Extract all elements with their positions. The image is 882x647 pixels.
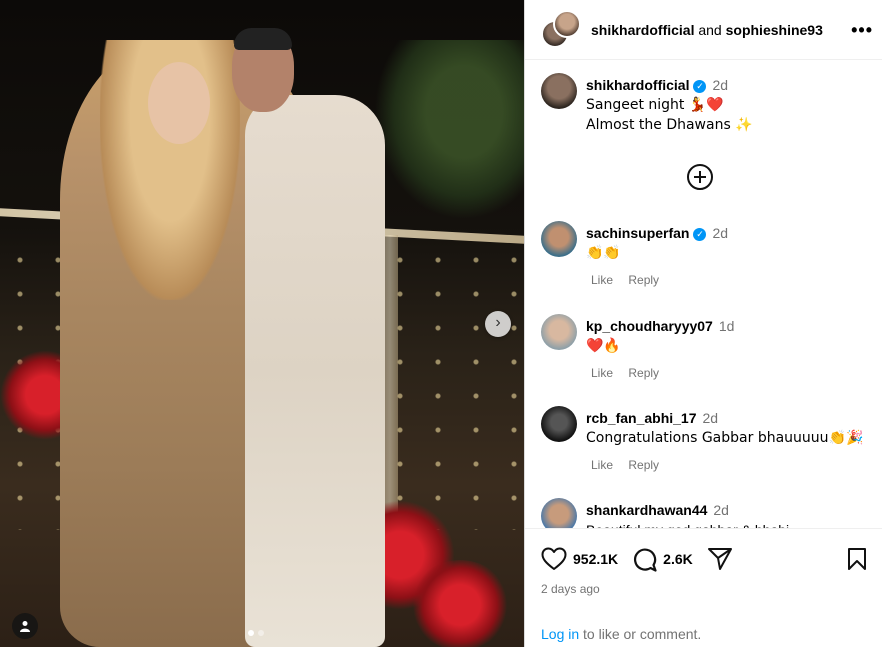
comment-item: rcb_fan_abhi_17 2d Congratulations Gabbar…	[541, 406, 871, 486]
post-photo[interactable]: ›	[0, 0, 524, 647]
caption-username[interactable]: shikhardofficial	[586, 77, 689, 93]
post-side-panel: shikhardofficial and sophieshine93 ••• s…	[524, 0, 882, 647]
carousel-dots	[248, 630, 264, 636]
save-button[interactable]	[847, 547, 867, 576]
avatar[interactable]	[541, 314, 577, 350]
like-button[interactable]	[541, 547, 567, 571]
comment-body: rcb_fan_abhi_17 2d Congratulations Gabbar…	[586, 408, 866, 448]
like-link[interactable]: Like	[591, 366, 613, 380]
comment-actions: Like Reply	[591, 458, 671, 472]
caption-line-1: Sangeet night 💃❤️	[586, 97, 724, 113]
user-tag-icon	[20, 621, 30, 632]
next-slide-button[interactable]: ›	[485, 311, 511, 337]
action-bar: 952.1K 2.6K	[541, 545, 867, 573]
reply-link[interactable]: Reply	[628, 273, 659, 287]
more-options-button[interactable]: •••	[851, 20, 873, 41]
login-link[interactable]: Log in	[541, 626, 579, 642]
palm-plant	[374, 40, 524, 220]
caption-time[interactable]: 2d	[712, 77, 728, 93]
comments-count[interactable]: 2.6K	[663, 551, 693, 567]
comment-text: 👏👏	[586, 245, 621, 261]
carousel-dot	[258, 630, 264, 636]
caption-body: shikhardofficial ✓ 2d Sangeet night 💃❤️ Al…	[586, 75, 866, 135]
comment-text: Beautiful my god gabbar & bhabi	[586, 520, 866, 528]
comment-item: kp_choudharyyy07 1d ❤️🔥 Like Reply	[541, 314, 871, 394]
caption-line-2: Almost the Dhawans ✨	[586, 117, 753, 133]
avatar	[553, 9, 581, 38]
woman-face	[148, 62, 210, 144]
comment-time[interactable]: 2d	[703, 410, 719, 426]
comment-time[interactable]: 1d	[719, 318, 735, 334]
comment-button[interactable]	[632, 547, 657, 572]
man-hair	[234, 28, 292, 50]
comment-body: kp_choudharyyy07 1d ❤️🔥	[586, 316, 866, 356]
and-text: and	[698, 21, 722, 38]
verified-icon: ✓	[693, 80, 707, 93]
tagged-users-button[interactable]	[12, 613, 38, 639]
comment-username[interactable]: shankardhawan44	[586, 502, 707, 518]
post-time[interactable]: 2 days ago	[541, 582, 600, 596]
likes-count[interactable]: 952.1K	[573, 551, 618, 567]
man-figure	[245, 95, 385, 647]
avatar[interactable]	[541, 498, 577, 528]
comment-text: ❤️🔥	[586, 338, 621, 354]
comment-body: shankardhawan44 2d Beautiful my god gabba…	[586, 500, 866, 528]
author-link[interactable]: shikhardofficial	[591, 22, 694, 38]
bookmark-icon	[848, 548, 866, 570]
flowers-right	[410, 560, 510, 647]
comment-item: shankardhawan44 2d Beautiful my god gabba…	[541, 498, 871, 528]
add-circle-icon[interactable]	[687, 164, 713, 190]
reply-link[interactable]: Reply	[628, 458, 659, 472]
comment-icon	[634, 548, 657, 572]
like-link[interactable]: Like	[591, 273, 613, 287]
more-icon: •••	[851, 20, 873, 40]
collaborator-link[interactable]: sophieshine93	[726, 22, 823, 38]
comment-actions: Like Reply	[591, 366, 671, 380]
collab-avatars[interactable]	[541, 9, 581, 50]
avatar[interactable]	[541, 406, 577, 442]
comment-username[interactable]: sachinsuperfan	[586, 225, 689, 241]
comment-username[interactable]: rcb_fan_abhi_17	[586, 410, 697, 426]
comments-section[interactable]: shikhardofficial ✓ 2d Sangeet night 💃❤️ Al…	[525, 61, 882, 528]
carousel-dot-active	[248, 630, 254, 636]
comment-time[interactable]: 2d	[713, 502, 729, 518]
chevron-right-icon: ›	[495, 314, 501, 331]
comment-time[interactable]: 2d	[712, 225, 728, 241]
post-footer: 952.1K 2.6K 2 days ago Log in to like or…	[525, 528, 882, 647]
login-prompt: Log in to like or comment.	[541, 626, 701, 642]
verified-icon: ✓	[693, 228, 707, 241]
comment-body: sachinsuperfan ✓ 2d 👏👏	[586, 223, 866, 263]
like-link[interactable]: Like	[591, 458, 613, 472]
comment-item: sachinsuperfan ✓ 2d 👏👏 Like Reply	[541, 221, 871, 301]
post-header: shikhardofficial and sophieshine93 •••	[525, 0, 882, 60]
reply-link[interactable]: Reply	[628, 366, 659, 380]
share-button[interactable]	[707, 547, 733, 571]
comment-text: Congratulations Gabbar bhauuuuu👏🎉	[586, 430, 864, 446]
avatar[interactable]	[541, 73, 577, 109]
comment-actions: Like Reply	[591, 273, 671, 287]
post-authors: shikhardofficial and sophieshine93	[591, 22, 823, 38]
share-icon	[707, 548, 732, 570]
login-rest-text: to like or comment.	[579, 626, 702, 642]
avatar[interactable]	[541, 221, 577, 257]
heart-icon	[541, 547, 567, 570]
comment-username[interactable]: kp_choudharyyy07	[586, 318, 713, 334]
